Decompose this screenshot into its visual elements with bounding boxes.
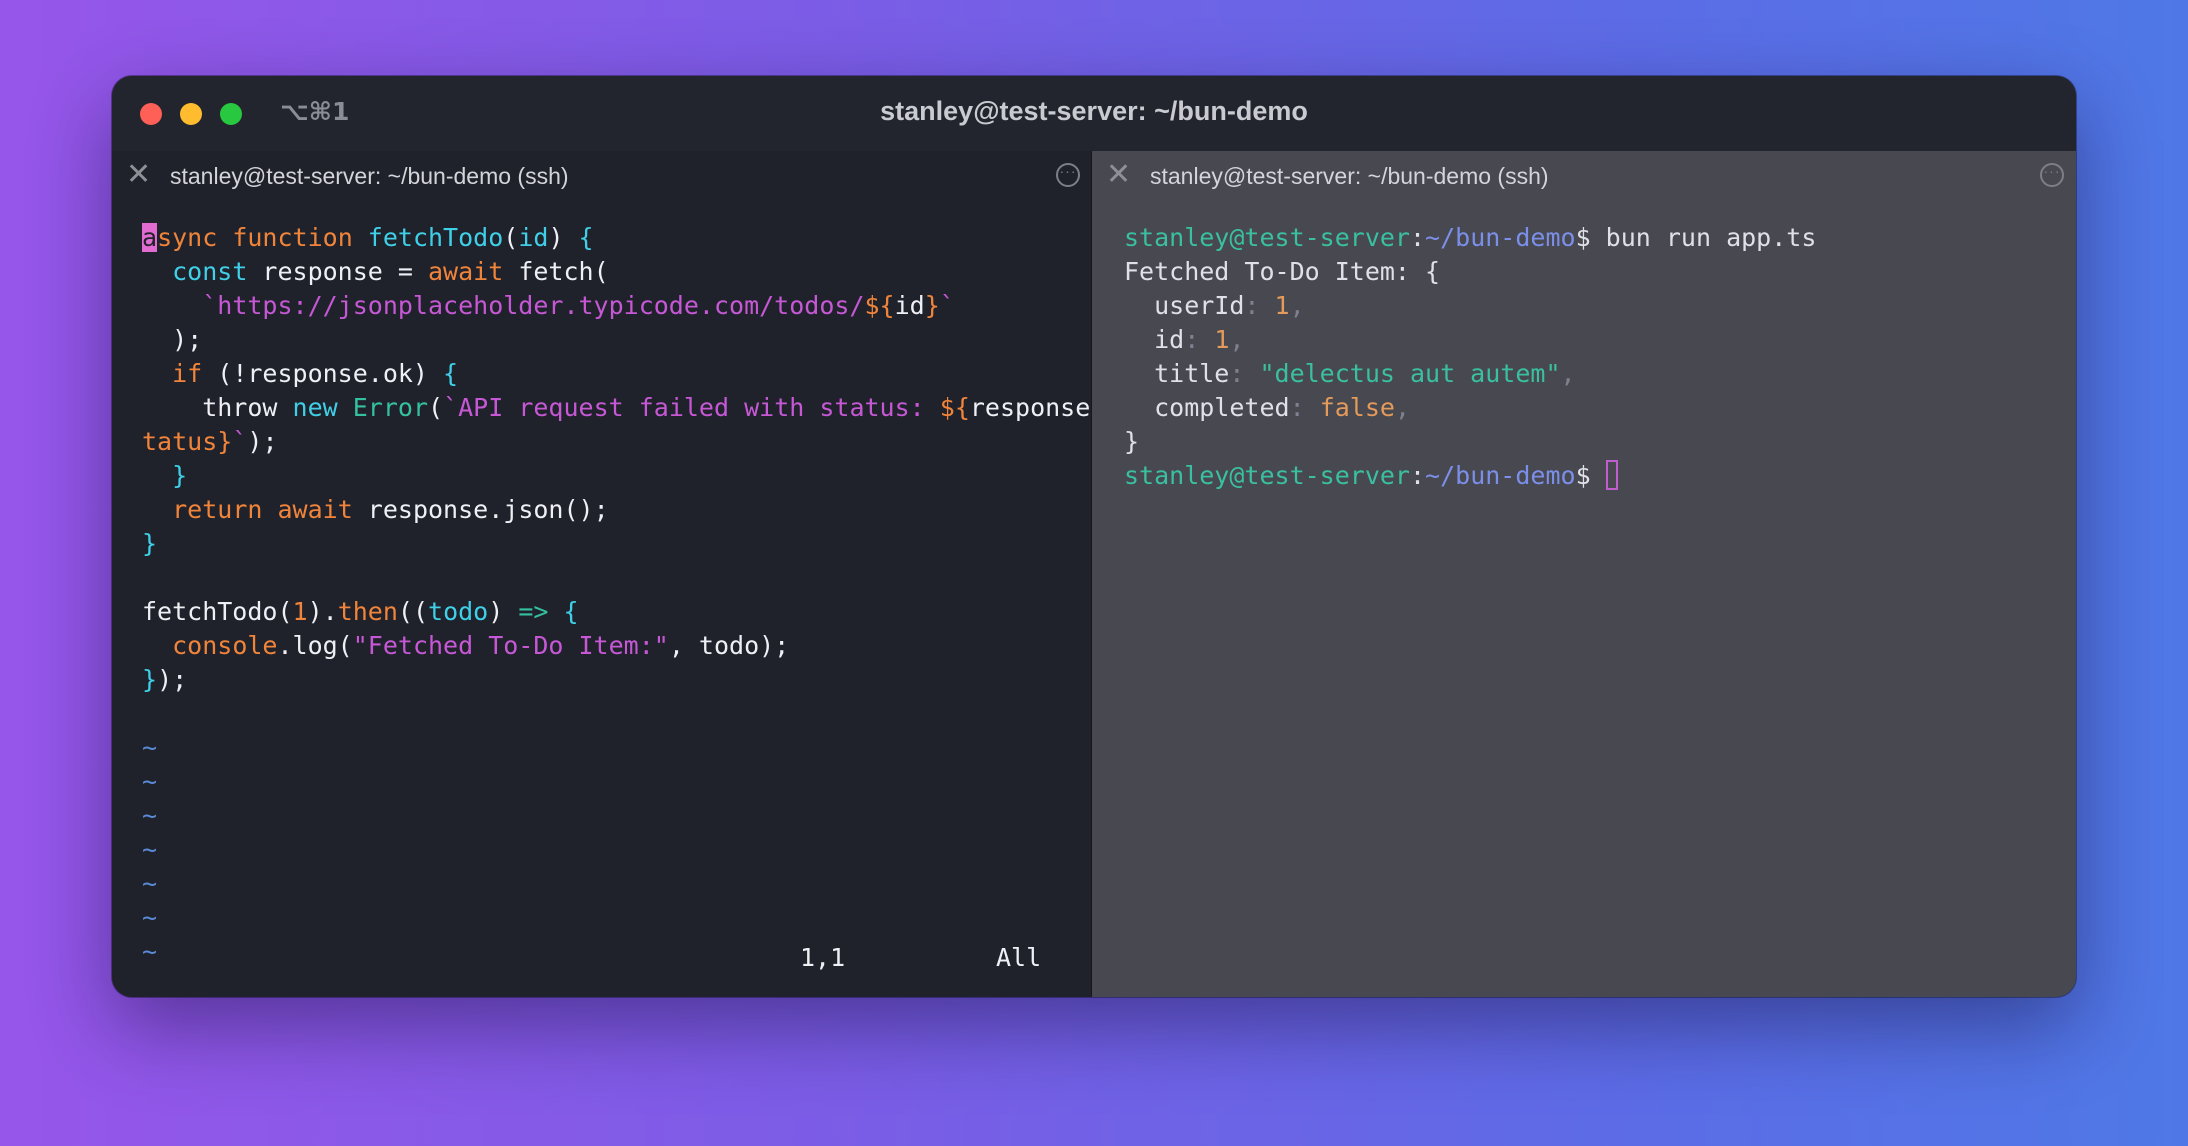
command-line: stanley@test-server:~/bun-demo$ bun run … <box>1124 223 1817 252</box>
empty-line-marker: ~ <box>142 903 158 932</box>
code-line: async function fetchTodo(id) { <box>142 223 594 252</box>
more-options-icon[interactable]: ··· <box>1056 163 1080 187</box>
right-pane-title: stanley@test-server: ~/bun-demo (ssh) <box>1150 163 1549 189</box>
terminal-window: ⌥⌘1 stanley@test-server: ~/bun-demo ✕ st… <box>112 76 2076 997</box>
left-pane-title: stanley@test-server: ~/bun-demo (ssh) <box>170 163 569 189</box>
empty-line-marker: ~ <box>142 733 158 762</box>
code-line: throw new Error(`API request failed with… <box>142 393 1121 422</box>
close-icon[interactable]: ✕ <box>126 160 151 190</box>
empty-line-marker: ~ <box>142 869 158 898</box>
output-field: id: 1, <box>1124 325 1245 354</box>
empty-line-marker: ~ <box>142 937 158 966</box>
text-cursor: a <box>142 223 158 252</box>
prompt-path: ~/bun-demo <box>1425 223 1576 252</box>
empty-line-marker: ~ <box>142 767 158 796</box>
output-line: } <box>1124 427 1140 456</box>
terminal-cursor <box>1605 460 1618 490</box>
code-line: console.log("Fetched To-Do Item:", todo)… <box>172 631 790 660</box>
shell-output[interactable]: stanley@test-server:~/bun-demo$ bun run … <box>1124 221 1816 493</box>
code-line: }); <box>142 665 188 694</box>
prompt-path: ~/bun-demo <box>1425 461 1576 490</box>
scroll-indicator: All <box>996 943 1042 972</box>
right-pane-shell[interactable]: ✕ stanley@test-server: ~/bun-demo (ssh) … <box>1092 151 2076 997</box>
code-line: const response = await fetch( <box>172 257 609 286</box>
code-line: fetchTodo(1).then((todo) => { <box>142 597 579 626</box>
output-field: title: "delectus aut autem", <box>1124 359 1576 388</box>
right-pane-header: ✕ stanley@test-server: ~/bun-demo (ssh) … <box>1092 151 2076 201</box>
close-icon[interactable]: ✕ <box>1106 160 1131 190</box>
code-line: `https://jsonplaceholder.typicode.com/to… <box>202 291 955 320</box>
prompt-user: stanley@test-server <box>1124 223 1410 252</box>
code-line: return await response.json(); <box>172 495 609 524</box>
left-pane-vim[interactable]: ✕ stanley@test-server: ~/bun-demo (ssh) … <box>112 151 1120 997</box>
window-title: stanley@test-server: ~/bun-demo <box>880 96 1308 126</box>
empty-line-marker: ~ <box>142 835 158 864</box>
command-line: stanley@test-server:~/bun-demo$ <box>1124 460 1618 490</box>
output-field: completed: false, <box>1124 393 1411 422</box>
code-line: } <box>172 461 188 490</box>
code-editor[interactable]: async function fetchTodo(id) { const res… <box>142 221 1120 969</box>
output-line: Fetched To-Do Item: { <box>1124 257 1441 286</box>
code-line: tatus}`); <box>142 427 278 456</box>
title-bar: ⌥⌘1 stanley@test-server: ~/bun-demo <box>112 76 2076 151</box>
command-text: bun run app.ts <box>1605 223 1817 252</box>
code-line: } <box>142 529 158 558</box>
more-options-icon[interactable]: ··· <box>2040 163 2064 187</box>
cursor-position: 1,1 <box>800 943 846 972</box>
prompt-user: stanley@test-server <box>1124 461 1410 490</box>
output-field: userId: 1, <box>1124 291 1305 320</box>
code-line: if (!response.ok) { <box>172 359 459 388</box>
empty-line-marker: ~ <box>142 801 158 830</box>
code-line: ); <box>142 325 203 354</box>
left-pane-header: ✕ stanley@test-server: ~/bun-demo (ssh) … <box>112 151 1092 201</box>
